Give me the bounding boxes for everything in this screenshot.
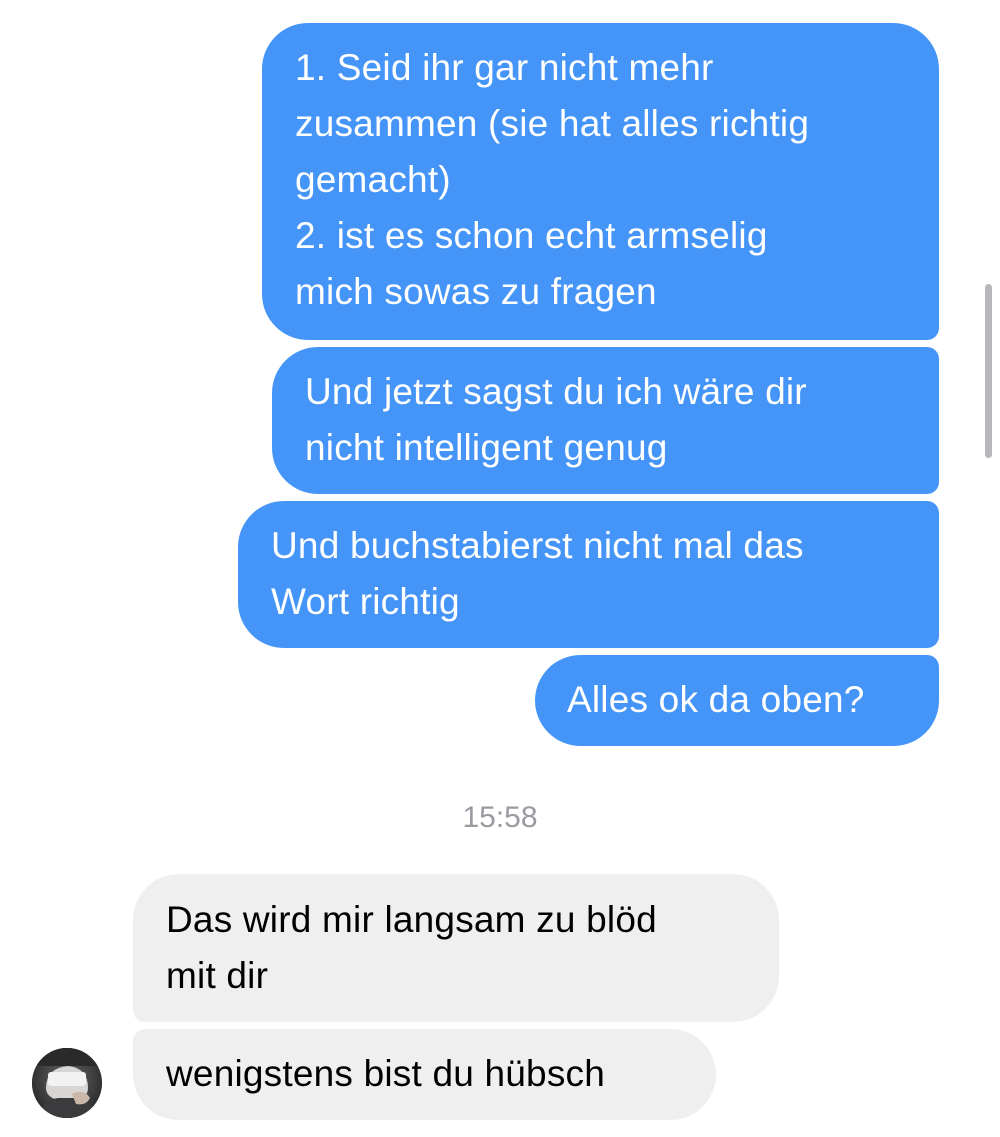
incoming-message-bubble[interactable]: wenigstens bist du hübsch [133, 1029, 716, 1120]
outgoing-message-bubble[interactable]: Und buchstabierst nicht mal das Wort ric… [238, 501, 939, 648]
incoming-message-bubble[interactable]: Das wird mir langsam zu blöd mit dir [133, 874, 779, 1022]
message-text: 1. Seid ihr gar nicht mehr zusammen (sie… [295, 47, 810, 312]
avatar-photo-icon [32, 1048, 102, 1118]
message-text: Und buchstabierst nicht mal das Wort ric… [271, 525, 804, 622]
contact-avatar[interactable] [32, 1048, 102, 1118]
scrollbar[interactable] [985, 284, 992, 458]
message-text: Das wird mir langsam zu blöd mit dir [166, 899, 657, 996]
outgoing-message-bubble[interactable]: Und jetzt sagst du ich wäre dir nicht in… [272, 347, 939, 494]
message-text: Alles ok da oben? [567, 679, 865, 720]
outgoing-message-bubble[interactable]: 1. Seid ihr gar nicht mehr zusammen (sie… [262, 23, 939, 340]
message-text: wenigstens bist du hübsch [166, 1053, 605, 1094]
message-timestamp: 15:58 [462, 801, 538, 834]
outgoing-message-bubble[interactable]: Alles ok da oben? [535, 655, 939, 746]
message-text: Und jetzt sagst du ich wäre dir nicht in… [305, 371, 807, 468]
